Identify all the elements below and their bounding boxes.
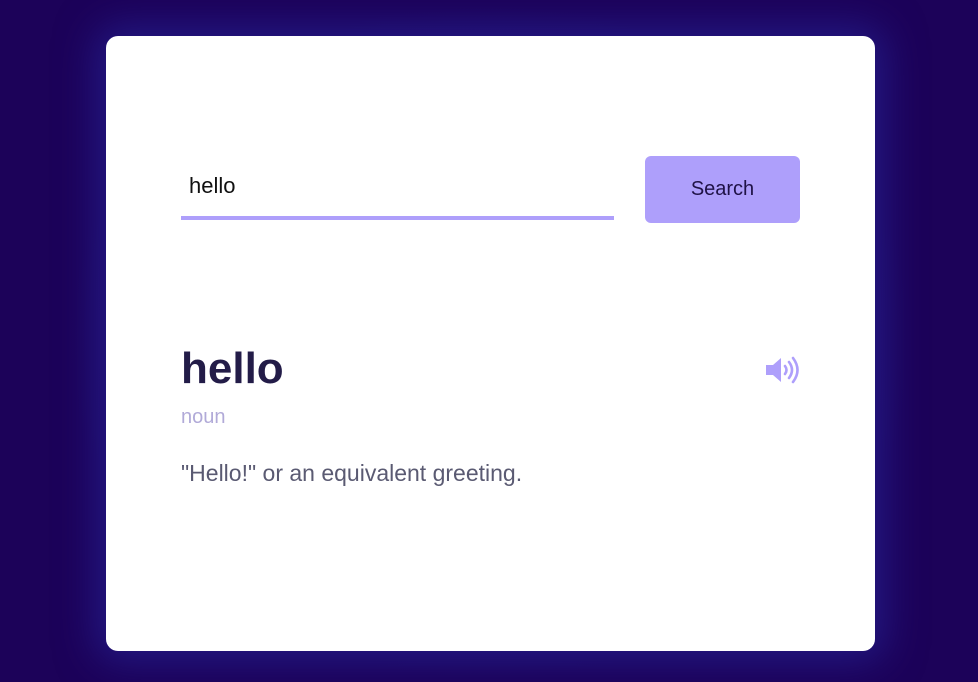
speaker-volume-icon[interactable] (764, 355, 800, 385)
result-word: hello (181, 344, 284, 393)
search-bar: Search (181, 156, 800, 224)
part-of-speech: noun (181, 406, 226, 428)
definition-text: "Hello!" or an equivalent greeting. (181, 460, 523, 486)
search-input[interactable] (181, 156, 614, 220)
speaker-volume-icon-graphic (766, 356, 799, 384)
dictionary-card: Search hello noun "Hello!" or an equival… (106, 36, 875, 651)
result-panel: hello noun "Hello!" or an equivalent gre… (181, 341, 800, 487)
search-button[interactable]: Search (645, 156, 800, 223)
